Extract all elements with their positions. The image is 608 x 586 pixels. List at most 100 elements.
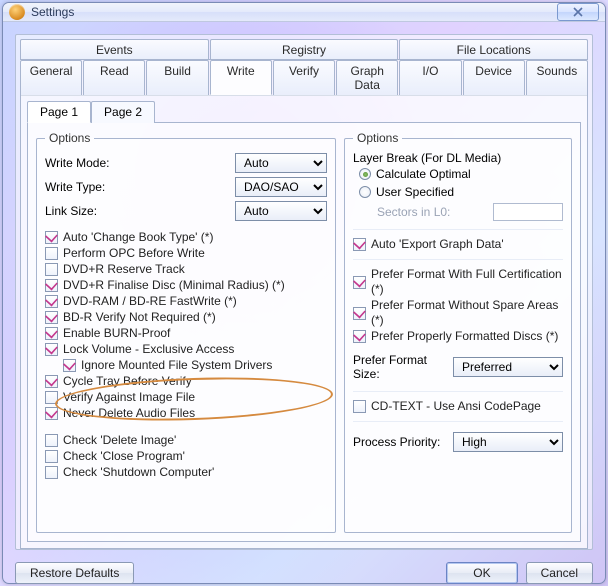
radio-user-label: User Specified <box>376 185 454 199</box>
chk-label: Check 'Close Program' <box>63 449 185 464</box>
checkbox-icon <box>45 434 58 447</box>
chk-item[interactable]: Enable BURN-Proof <box>45 326 327 341</box>
checkbox-icon <box>353 307 366 320</box>
cancel-button[interactable]: Cancel <box>526 562 593 584</box>
chk-item[interactable]: Cycle Tray Before Verify <box>45 374 327 389</box>
subtab-page2[interactable]: Page 2 <box>91 101 155 123</box>
subpage-page1: Options Write Mode: Auto Write Type: DAO… <box>27 122 581 542</box>
right-options-legend: Options <box>353 131 402 145</box>
separator <box>353 229 563 230</box>
chk-item[interactable]: Never Delete Audio Files <box>45 406 327 421</box>
separator <box>353 391 563 392</box>
separator <box>353 259 563 260</box>
label-prefer-format-size: Prefer Format Size: <box>353 353 453 381</box>
tab-general[interactable]: General <box>20 60 82 95</box>
app-icon <box>9 4 25 20</box>
checkbox-icon <box>353 330 366 343</box>
chk-export-graph[interactable]: Auto 'Export Graph Data' <box>353 237 563 252</box>
chk-item[interactable]: Check 'Close Program' <box>45 449 327 464</box>
tab-write[interactable]: Write <box>210 60 272 95</box>
right-options-group: Options Layer Break (For DL Media) Calcu… <box>344 131 572 533</box>
close-button[interactable] <box>557 3 599 21</box>
chk-item[interactable]: Perform OPC Before Write <box>45 246 327 261</box>
chk-item[interactable]: Prefer Properly Formatted Discs (*) <box>353 329 563 344</box>
chk-item[interactable]: Auto 'Change Book Type' (*) <box>45 230 327 245</box>
chk-item[interactable]: DVD-RAM / BD-RE FastWrite (*) <box>45 294 327 309</box>
chk-label: Never Delete Audio Files <box>63 406 195 421</box>
combo-link-size[interactable]: Auto <box>235 201 327 221</box>
left-options-group: Options Write Mode: Auto Write Type: DAO… <box>36 131 336 533</box>
label-write-mode: Write Mode: <box>45 156 235 170</box>
label-write-type: Write Type: <box>45 180 235 194</box>
tab-read[interactable]: Read <box>83 60 145 95</box>
tab-build[interactable]: Build <box>146 60 208 95</box>
chk-item[interactable]: Prefer Format With Full Certification (*… <box>353 267 563 297</box>
close-icon <box>572 7 584 17</box>
radio-dot-icon <box>359 168 371 180</box>
tab-io[interactable]: I/O <box>399 60 461 95</box>
chk-item[interactable]: Prefer Format Without Spare Areas (*) <box>353 298 563 328</box>
radio-user-specified[interactable]: User Specified <box>359 185 563 199</box>
ok-button[interactable]: OK <box>446 562 517 584</box>
checkbox-icon <box>353 276 366 289</box>
chk-item[interactable]: Check 'Delete Image' <box>45 433 327 448</box>
restore-defaults-button[interactable]: Restore Defaults <box>15 562 134 584</box>
row-process-priority: Process Priority: High <box>353 432 563 452</box>
maintab-row2: General Read Build Write Verify Graph Da… <box>20 59 588 96</box>
combo-process-priority[interactable]: High <box>453 432 563 452</box>
chk-item[interactable]: Check 'Shutdown Computer' <box>45 465 327 480</box>
combo-write-type[interactable]: DAO/SAO <box>235 177 327 197</box>
row-sectors-l0: Sectors in L0: <box>377 203 563 221</box>
chk-item[interactable]: DVD+R Reserve Track <box>45 262 327 277</box>
subtab-row: Page 1 Page 2 <box>27 101 581 123</box>
bottom-bar: Restore Defaults OK Cancel <box>3 562 605 584</box>
chk-label: Enable BURN-Proof <box>63 326 170 341</box>
tab-sounds[interactable]: Sounds <box>526 60 588 95</box>
chk-item[interactable]: Lock Volume - Exclusive Access <box>45 342 327 357</box>
tab-registry[interactable]: Registry <box>210 39 399 60</box>
tab-file-locations[interactable]: File Locations <box>399 39 588 60</box>
separator <box>353 421 563 422</box>
label-process-priority: Process Priority: <box>353 435 453 449</box>
checkbox-icon <box>45 450 58 463</box>
input-sectors-l0 <box>493 203 563 221</box>
subtab-page1[interactable]: Page 1 <box>27 101 91 123</box>
chk-label: DVD-RAM / BD-RE FastWrite (*) <box>63 294 237 309</box>
chk-item[interactable]: BD-R Verify Not Required (*) <box>45 310 327 325</box>
chk-cdtext-label: CD-TEXT - Use Ansi CodePage <box>371 399 541 414</box>
tab-device[interactable]: Device <box>463 60 525 95</box>
chk-label: Auto 'Change Book Type' (*) <box>63 230 213 245</box>
checkbox-icon <box>45 295 58 308</box>
tab-graph-data[interactable]: Graph Data <box>336 60 398 95</box>
radio-dot-icon <box>359 186 371 198</box>
chk-cdtext-ansi[interactable]: CD-TEXT - Use Ansi CodePage <box>353 399 563 414</box>
page-area: Page 1 Page 2 Options Write Mode: Auto W… <box>20 95 588 549</box>
chk-label: Check 'Delete Image' <box>63 433 176 448</box>
chk-label: Prefer Format Without Spare Areas (*) <box>371 298 563 328</box>
settings-window: Settings Events Registry File Locations … <box>2 2 606 584</box>
row-prefer-format-size: Prefer Format Size: Preferred <box>353 353 563 381</box>
tab-verify[interactable]: Verify <box>273 60 335 95</box>
row-write-mode: Write Mode: Auto <box>45 153 327 173</box>
combo-write-mode[interactable]: Auto <box>235 153 327 173</box>
chk-label: Ignore Mounted File System Drivers <box>81 358 272 373</box>
dialog-body: Events Registry File Locations General R… <box>15 34 593 550</box>
checkbox-icon <box>45 466 58 479</box>
combo-prefer-format-size[interactable]: Preferred <box>453 357 563 377</box>
chk-item[interactable]: Verify Against Image File <box>45 390 327 405</box>
chk-label: BD-R Verify Not Required (*) <box>63 310 216 325</box>
checkbox-icon <box>45 343 58 356</box>
row-write-type: Write Type: DAO/SAO <box>45 177 327 197</box>
chk-label: Verify Against Image File <box>63 390 195 405</box>
chk-item[interactable]: DVD+R Finalise Disc (Minimal Radius) (*) <box>45 278 327 293</box>
chk-item[interactable]: Ignore Mounted File System Drivers <box>63 358 327 373</box>
chk-label: Prefer Properly Formatted Discs (*) <box>371 329 558 344</box>
tab-events[interactable]: Events <box>20 39 209 60</box>
titlebar: Settings <box>3 3 605 22</box>
window-title: Settings <box>31 5 557 19</box>
radio-calc-optimal[interactable]: Calculate Optimal <box>359 167 563 181</box>
checkbox-icon <box>45 375 58 388</box>
checkbox-icon <box>353 238 366 251</box>
chk-label: DVD+R Reserve Track <box>63 262 185 277</box>
chk-label: Perform OPC Before Write <box>63 246 205 261</box>
